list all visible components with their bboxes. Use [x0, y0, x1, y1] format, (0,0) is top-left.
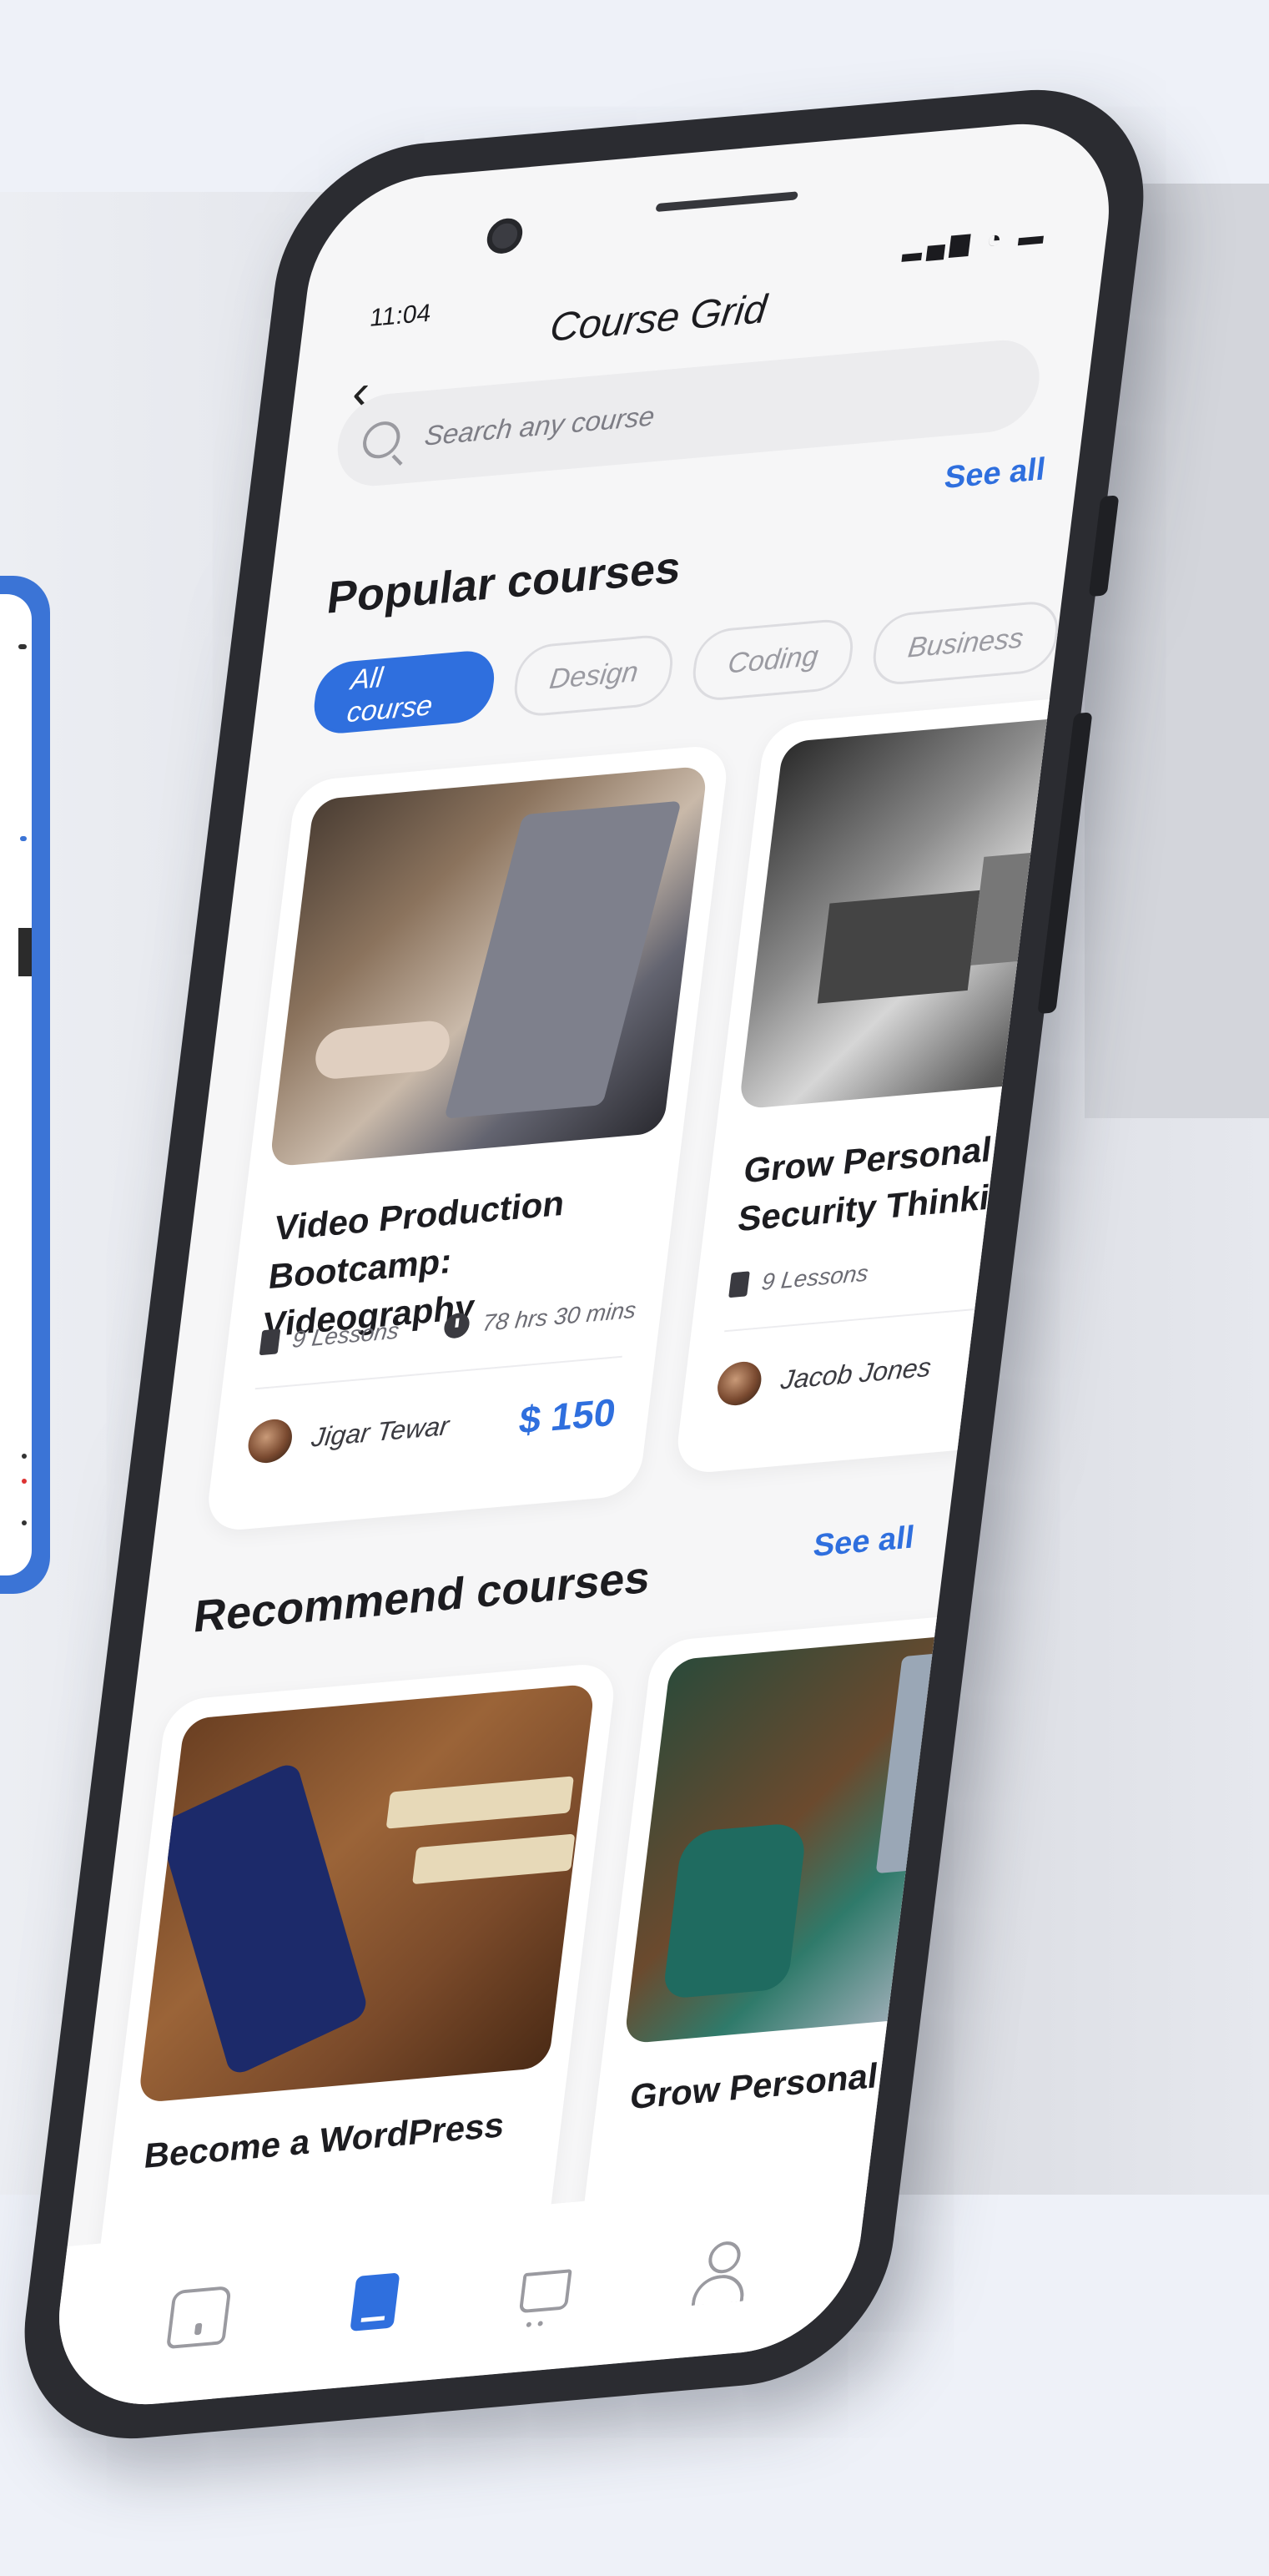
chip-business[interactable]: Business [869, 599, 1062, 688]
status-icons: ▂▄▆ ◔ ▬ [901, 221, 1051, 262]
cart-icon[interactable] [518, 2269, 572, 2314]
chip-design[interactable]: Design [511, 633, 677, 718]
search-icon [360, 420, 402, 461]
profile-icon[interactable] [692, 2240, 749, 2304]
chip-coding[interactable]: Coding [689, 617, 857, 703]
course-author: Jacob Jones [715, 1345, 934, 1408]
search-input[interactable]: Search any course [423, 401, 657, 452]
recommend-courses-heading: Recommend courses [190, 1551, 653, 1642]
course-image-social-media [138, 1683, 596, 2104]
course-lessons: 9 Lessons [728, 1260, 870, 1298]
chip-all-course[interactable]: All course [310, 648, 499, 736]
popular-see-all-link[interactable]: See all [943, 451, 1048, 497]
speaker-grille [655, 191, 798, 213]
author-name: Jacob Jones [779, 1351, 934, 1395]
status-time: 11:04 [368, 299, 433, 332]
lessons-count: 9 Lessons [760, 1259, 870, 1295]
recommend-see-all-link[interactable]: See all [811, 1520, 916, 1565]
page-title: Course Grid [547, 287, 769, 350]
home-icon[interactable] [166, 2286, 232, 2350]
course-price: $ 150 [516, 1389, 618, 1442]
camera-icon [485, 216, 525, 255]
course-title: Become a WordPress [142, 2105, 507, 2175]
side-phone-screen [0, 594, 32, 1575]
book-icon [259, 1328, 281, 1356]
card-divider [254, 1355, 622, 1390]
search-bar[interactable]: Search any course [332, 336, 1045, 490]
book-icon [728, 1271, 750, 1298]
course-card[interactable]: Video Production Bootcamp: Videography 9… [204, 744, 731, 1533]
author-name: Jigar Tewar [310, 1409, 451, 1453]
clock-icon [442, 1312, 471, 1339]
avatar [245, 1417, 295, 1465]
avatar [715, 1359, 764, 1408]
popular-courses-heading: Popular courses [324, 542, 684, 623]
courses-icon[interactable] [350, 2272, 400, 2332]
course-author: Jigar Tewar [245, 1404, 452, 1465]
course-image-laptop [269, 765, 708, 1167]
